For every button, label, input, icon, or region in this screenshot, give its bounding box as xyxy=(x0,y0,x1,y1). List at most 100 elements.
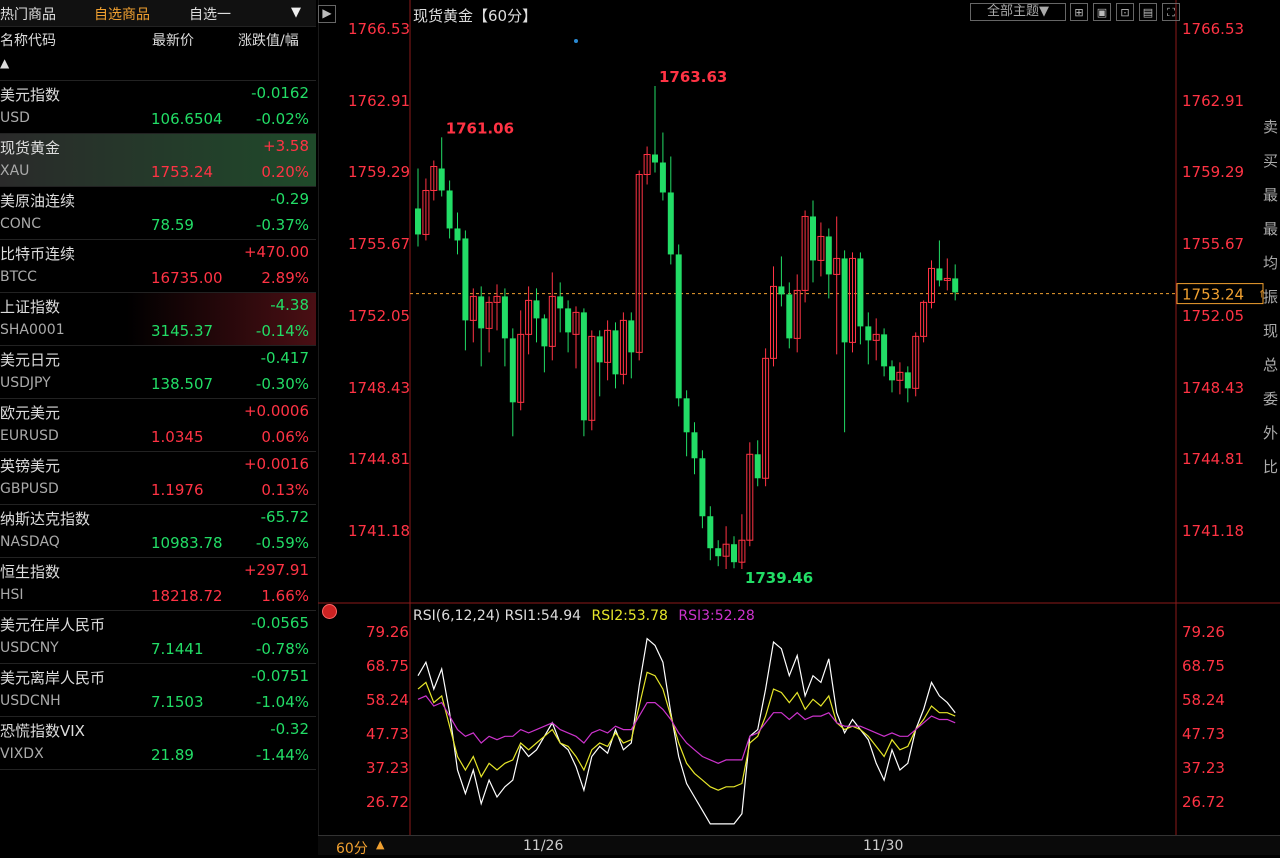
fullscreen-icon[interactable]: ⛶ xyxy=(1162,3,1180,21)
rsi-tick-label: 37.23 xyxy=(366,759,409,777)
header-latest-price[interactable]: 最新价 xyxy=(152,30,194,50)
candle-body xyxy=(533,300,540,319)
watchlist-row[interactable]: 美元离岸人民币 USDCNH 7.1503 -0.0751 -1.04% xyxy=(0,664,316,717)
collapse-arrow-icon[interactable]: ▲ xyxy=(0,56,9,70)
high-annotation: 1763.63 xyxy=(659,68,727,86)
zoom-in-icon[interactable]: ⊡ xyxy=(1116,3,1134,21)
tab-hot-commodities[interactable]: 热门商品 xyxy=(0,4,56,24)
candle-body xyxy=(462,238,469,321)
rsi-tick-label: 47.73 xyxy=(1182,725,1225,743)
theme-dropdown-button[interactable]: 全部主题▼ xyxy=(970,3,1066,21)
chart-svg[interactable]: 1753.24 ⇑1761.061763.631739.46 xyxy=(318,0,1280,854)
row-percent: 0.20% xyxy=(261,163,309,181)
row-change: +470.00 xyxy=(243,243,309,261)
row-code: USDCNH xyxy=(0,693,61,709)
price-tick-label: 1748.43 xyxy=(348,378,411,397)
row-code: VIXDX xyxy=(0,746,44,762)
row-change: -4.38 xyxy=(270,296,309,314)
candle-body xyxy=(691,432,698,459)
chart-title: 现货黄金【60分】 xyxy=(413,7,538,25)
candle-body xyxy=(857,258,864,327)
row-name: 欧元美元 xyxy=(0,404,61,422)
row-change: -0.0751 xyxy=(251,667,309,685)
row-change: +0.0016 xyxy=(243,455,309,473)
price-tick-label: 1741.18 xyxy=(1182,521,1245,540)
candle-body xyxy=(865,326,872,341)
candle-body xyxy=(659,162,666,193)
row-code: USD xyxy=(0,110,30,126)
candle-body xyxy=(810,216,816,261)
watchlist-row[interactable]: 美元日元 USDJPY 138.507 -0.417 -0.30% xyxy=(0,346,316,399)
candle-body xyxy=(825,236,832,275)
indicator-settings-icon[interactable] xyxy=(322,604,337,619)
row-percent: -1.04% xyxy=(255,693,309,711)
rsi-tick-label: 37.23 xyxy=(1182,759,1225,777)
watchlist-row[interactable]: 美元在岸人民币 USDCNY 7.1441 -0.0565 -0.78% xyxy=(0,611,316,664)
watchlist-row[interactable]: 恐慌指数VIX VIXDX 21.89 -0.32 -1.44% xyxy=(0,717,316,770)
candle-body xyxy=(652,154,658,163)
watchlist-row[interactable]: 上证指数 SHA0001 3145.37 -4.38 -0.14% xyxy=(0,293,316,346)
rsi-indicator-label[interactable]: RSI(6,12,24) xyxy=(413,608,500,624)
price-tick-label: 1755.67 xyxy=(348,235,411,254)
header-name-code[interactable]: 名称代码 xyxy=(0,30,56,50)
row-name: 美元指数 xyxy=(0,86,61,104)
price-tick-label: 1759.29 xyxy=(348,163,411,182)
expand-panel-icon[interactable]: ▶ xyxy=(318,5,336,23)
row-percent: 0.06% xyxy=(261,428,309,446)
tab-custom-commodities[interactable]: 自选商品 xyxy=(94,4,150,24)
chart-area: 1753.24 ⇑ 1761.06 1763.63 1739.46 现货黄金【60分】 … xyxy=(318,0,1280,858)
candle-body xyxy=(628,320,635,353)
row-percent: -0.02% xyxy=(255,110,309,128)
watchlist-row[interactable]: 欧元美元 EURUSD 1.0345 +0.0006 0.06% xyxy=(0,399,316,452)
price-tick-label: 1762.91 xyxy=(1182,91,1245,110)
candle-body xyxy=(509,338,516,403)
row-change: -0.0162 xyxy=(251,84,309,102)
row-price: 18218.72 xyxy=(151,587,223,605)
row-price: 10983.78 xyxy=(151,534,223,552)
price-tick-label: 1759.29 xyxy=(1182,163,1245,182)
row-price: 138.507 xyxy=(151,375,214,393)
watchlist-row[interactable]: 纳斯达克指数 NASDAQ 10983.78 -65.72 -0.59% xyxy=(0,505,316,558)
dropdown-arrow-icon[interactable]: ▼ xyxy=(291,5,301,20)
period-selector[interactable]: 60分 xyxy=(336,838,368,858)
row-code: GBPUSD xyxy=(0,481,59,497)
candle-body xyxy=(478,296,485,329)
row-change: -65.72 xyxy=(260,508,309,526)
row-name: 纳斯达克指数 xyxy=(0,510,91,528)
watchlist-row[interactable]: 美原油连续 CONC 78.59 -0.29 -0.37% xyxy=(0,187,316,240)
price-tick-label: 1748.43 xyxy=(1182,378,1245,397)
row-code: XAU xyxy=(0,163,30,179)
header-change[interactable]: 涨跌值/幅 xyxy=(238,30,299,50)
candle-body xyxy=(438,168,445,191)
high-annotation: 1761.06 xyxy=(446,119,514,137)
candle-body xyxy=(715,548,722,557)
row-code: BTCC xyxy=(0,269,37,285)
time-axis: 60分 ▲ 11/26 11/30 xyxy=(318,835,1280,858)
rsi-tick-label: 26.72 xyxy=(366,793,409,811)
watchlist-row[interactable]: 恒生指数 HSI 18218.72 +297.91 1.66% xyxy=(0,558,316,611)
row-code: USDJPY xyxy=(0,375,51,391)
candle-body xyxy=(667,192,674,255)
right-edge-info-panel: 卖买最最均振现总委外比 xyxy=(1263,118,1279,476)
zoom-out-icon[interactable]: ▤ xyxy=(1139,3,1157,21)
layout-icon[interactable]: ▣ xyxy=(1093,3,1111,21)
watchlist-row[interactable]: 英镑美元 GBPUSD 1.1976 +0.0016 0.13% xyxy=(0,452,316,505)
watchlist-row[interactable]: 现货黄金 XAU 1753.24 +3.58 0.20% xyxy=(0,134,316,187)
row-price: 1753.24 xyxy=(151,163,214,181)
watchlist-row[interactable]: 比特币连续 BTCC 16735.00 +470.00 2.89% xyxy=(0,240,316,293)
rsi3-value: RSI3:52.28 xyxy=(678,608,755,624)
row-name: 英镑美元 xyxy=(0,457,61,475)
price-tick-label: 1755.67 xyxy=(1182,235,1245,254)
crosshair-icon[interactable]: ⊞ xyxy=(1070,3,1088,21)
time-label-1130: 11/30 xyxy=(863,838,904,854)
row-code: HSI xyxy=(0,587,24,603)
rsi1-line xyxy=(417,637,956,825)
watchlist-row[interactable]: 美元指数 USD 106.6504 -0.0162 -0.02% xyxy=(0,81,316,134)
row-percent: -0.30% xyxy=(255,375,309,393)
period-up-arrow-icon[interactable]: ▲ xyxy=(376,838,384,851)
tab-custom-one[interactable]: 自选一 xyxy=(189,4,231,24)
row-name: 美原油连续 xyxy=(0,192,76,210)
candle-body xyxy=(415,208,421,235)
row-price: 7.1441 xyxy=(151,640,204,658)
collapse-row[interactable]: ▲ xyxy=(0,52,316,81)
